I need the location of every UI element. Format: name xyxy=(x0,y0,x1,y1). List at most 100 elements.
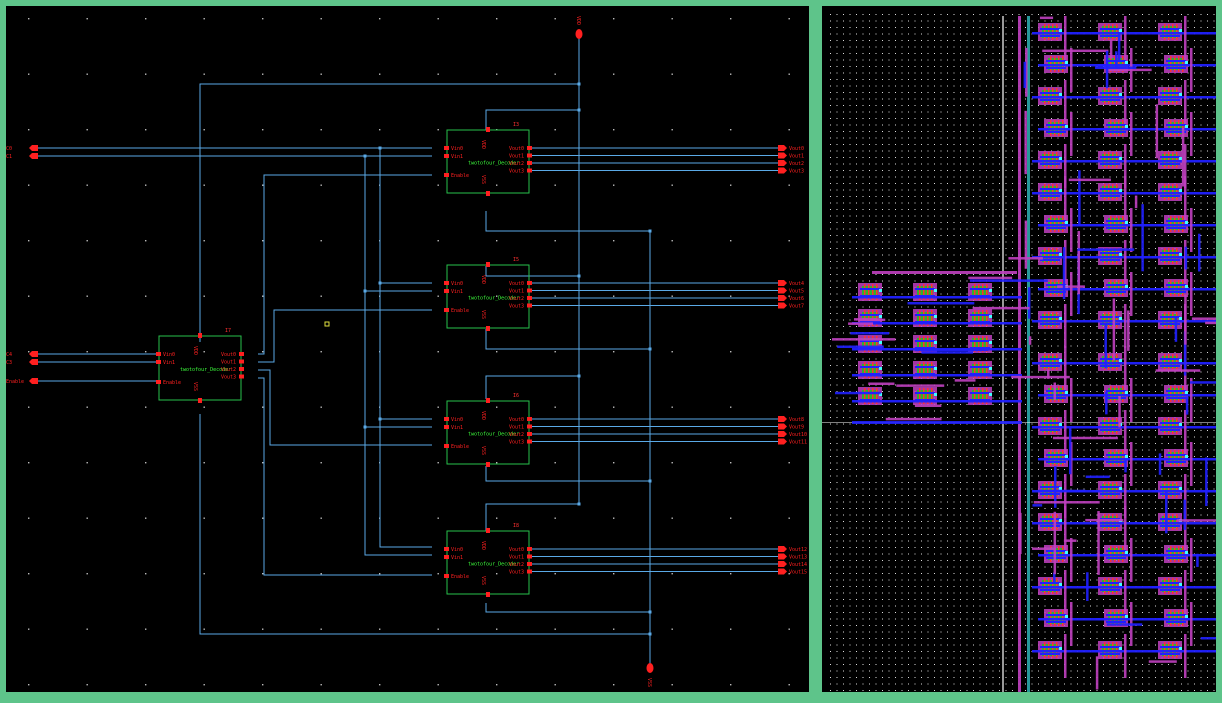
pin-marker xyxy=(527,288,532,293)
pin-shape xyxy=(29,359,38,365)
pin-marker xyxy=(527,432,532,436)
pin-name: Vout8 xyxy=(789,417,804,423)
instance-id: I8 xyxy=(513,523,519,529)
pin-label: Vout0 xyxy=(509,281,524,287)
output-pin: Vout8 xyxy=(778,416,804,423)
output-pin: Vout4 xyxy=(778,280,804,287)
instance-id: I7 xyxy=(225,328,231,334)
decoder-instance-0: I3twotofour_DecoderVin0Vin1EnableVout0Vo… xyxy=(444,122,532,196)
output-pin: Vout6 xyxy=(778,295,804,302)
output-pin: Vout1 xyxy=(778,152,804,160)
vdd-supply: VDD xyxy=(575,16,583,39)
input-pin-c3: C3 xyxy=(6,359,38,366)
pin-name: Vout6 xyxy=(789,296,804,302)
pin-shape xyxy=(778,431,787,437)
pin-label: VSS xyxy=(480,446,486,455)
pin-marker xyxy=(444,173,449,177)
pin-marker xyxy=(527,161,532,165)
pin-shape xyxy=(778,416,787,422)
layout-canvas[interactable] xyxy=(822,6,1216,692)
pin-marker xyxy=(156,352,161,356)
output-pin: Vout15 xyxy=(778,568,807,576)
pin-name: Enable xyxy=(6,379,24,385)
pin-label: Vout2 xyxy=(509,432,524,438)
pin-shape xyxy=(778,280,787,286)
pin-shape xyxy=(29,378,38,384)
pin-marker xyxy=(444,308,449,312)
pin-name: Vout11 xyxy=(789,440,807,446)
pin-label: VSS xyxy=(480,175,486,184)
pin-label: Vin1 xyxy=(451,425,463,431)
pin-label: Vout0 xyxy=(509,146,524,152)
pin-shape xyxy=(778,561,787,567)
pin-marker xyxy=(444,425,449,429)
schematic-panel[interactable]: I7 twotofour_Decoder Vin0 Vin1 Enable Vout0 Vo… xyxy=(6,6,809,692)
layout-panel[interactable] xyxy=(822,6,1216,692)
pin-marker xyxy=(486,462,490,467)
pin-label: Vout2 xyxy=(221,367,236,373)
instance-id: I5 xyxy=(513,257,519,263)
pin-shape xyxy=(778,553,787,560)
pin-name: Vout9 xyxy=(789,425,804,431)
pin-shape xyxy=(778,423,787,430)
pin-label: VSS xyxy=(480,310,486,319)
pin-marker xyxy=(527,168,532,173)
pin-label: Enable xyxy=(451,308,469,314)
pin-label: Vin0 xyxy=(451,281,463,287)
pin-label: VDD xyxy=(192,346,198,355)
pin-marker xyxy=(444,547,449,551)
pin-label: Vout2 xyxy=(509,161,524,167)
pin-marker xyxy=(527,562,532,566)
pin-marker xyxy=(486,262,490,267)
output-pin: Vout5 xyxy=(778,287,804,295)
pin-label: Vout1 xyxy=(509,289,524,295)
pin-marker xyxy=(239,374,244,379)
pin-marker xyxy=(527,439,532,444)
output-pin: Vout13 xyxy=(778,553,807,561)
instance-id: I3 xyxy=(513,122,519,128)
vdd-marker xyxy=(575,29,583,39)
pin-label: Vin0 xyxy=(163,352,175,358)
pin-marker xyxy=(527,424,532,429)
pin-marker xyxy=(527,547,532,551)
pin-marker xyxy=(444,289,449,293)
input-pin-c0: C0 xyxy=(6,145,38,152)
pin-label: VDD xyxy=(480,411,486,420)
pin-marker xyxy=(444,281,449,285)
schematic-pins: Vout0Vout1Vout2Vout3Vout4Vout5Vout6Vout7… xyxy=(6,16,807,687)
pin-marker xyxy=(239,359,244,364)
vdd-label: VDD xyxy=(575,16,581,25)
pin-label: Vout0 xyxy=(221,352,236,358)
pin-name: Vout4 xyxy=(789,281,804,287)
pin-marker xyxy=(486,191,490,196)
pin-label: Vin0 xyxy=(451,547,463,553)
pin-name: Vout15 xyxy=(789,570,807,576)
pin-label: Vout2 xyxy=(509,562,524,568)
pin-marker xyxy=(198,398,202,403)
schematic-canvas[interactable]: I7twotofour_DecoderVin0Vin1EnableVout0Vo… xyxy=(6,6,809,692)
pin-marker xyxy=(198,333,202,338)
pin-label: Enable xyxy=(163,380,181,386)
pin-shape xyxy=(778,546,787,552)
pin-name: C3 xyxy=(6,360,12,366)
pin-name: Vout10 xyxy=(789,432,807,438)
pin-marker xyxy=(527,146,532,150)
pin-label: VSS xyxy=(192,382,198,391)
pin-shape xyxy=(778,295,787,301)
output-pin: Vout11 xyxy=(778,438,807,446)
vss-marker xyxy=(646,663,654,673)
pin-label: Vout1 xyxy=(221,360,236,366)
pin-name: Vout1 xyxy=(789,154,804,160)
output-pin: Vout7 xyxy=(778,302,804,310)
pin-shape xyxy=(778,145,787,151)
pin-shape xyxy=(778,568,787,575)
pin-marker xyxy=(527,417,532,421)
pin-label: VDD xyxy=(480,140,486,149)
pin-label: Vin1 xyxy=(163,360,175,366)
pin-marker xyxy=(444,146,449,150)
pin-label: Vin1 xyxy=(451,154,463,160)
pin-marker xyxy=(444,555,449,559)
output-pin: Vout12 xyxy=(778,546,807,553)
output-pin: Vout14 xyxy=(778,561,807,568)
pin-marker xyxy=(486,592,490,597)
